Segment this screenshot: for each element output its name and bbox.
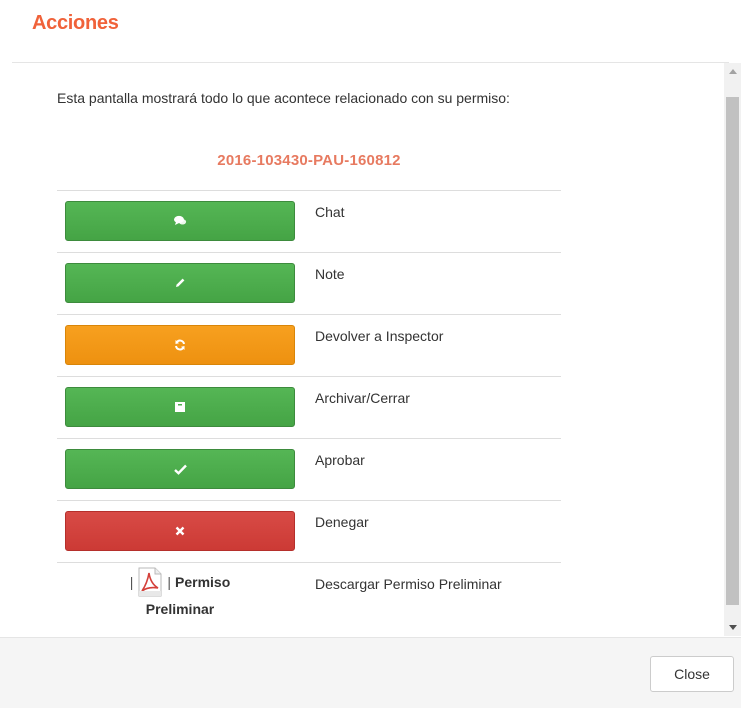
chat-button[interactable] — [65, 201, 295, 241]
aprobar-button[interactable] — [65, 449, 295, 489]
download-link-line2[interactable]: Preliminar — [65, 597, 295, 621]
pdf-icon[interactable] — [137, 567, 163, 597]
refresh-icon — [174, 339, 186, 351]
vertical-scrollbar[interactable] — [724, 63, 741, 636]
action-row-devolver: Devolver a Inspector — [57, 314, 561, 376]
action-row-download: | | Permiso Preliminar Descargar Permiso… — [57, 562, 561, 636]
x-icon — [175, 526, 185, 536]
archive-icon — [174, 401, 186, 413]
action-label-denegar: Denegar — [315, 514, 369, 530]
action-row-archivar: Archivar/Cerrar — [57, 376, 561, 438]
devolver-inspector-button[interactable] — [65, 325, 295, 365]
action-row-chat: Chat — [57, 190, 561, 252]
separator-left: | — [129, 574, 134, 590]
action-label-note: Note — [315, 266, 345, 282]
checkmark-icon — [173, 464, 187, 475]
archivar-cerrar-button[interactable] — [65, 387, 295, 427]
action-label-download: Descargar Permiso Preliminar — [315, 576, 502, 592]
close-button[interactable]: Close — [650, 656, 734, 692]
note-button[interactable] — [65, 263, 295, 303]
action-label-aprobar: Aprobar — [315, 452, 365, 468]
pencil-icon — [174, 277, 186, 289]
download-link-line1[interactable]: Permiso — [175, 570, 230, 594]
denegar-button[interactable] — [65, 511, 295, 551]
action-label-devolver: Devolver a Inspector — [315, 328, 444, 344]
action-label-archivar: Archivar/Cerrar — [315, 390, 410, 406]
action-label-chat: Chat — [315, 204, 345, 220]
permit-number: 2016-103430-PAU-160812 — [217, 152, 401, 169]
action-row-aprobar: Aprobar — [57, 438, 561, 500]
scroll-down-arrow[interactable] — [724, 619, 741, 636]
scrollbar-thumb[interactable] — [726, 97, 739, 605]
separator-right: | — [167, 574, 172, 590]
action-row-denegar: Denegar — [57, 500, 561, 562]
intro-text: Esta pantalla mostrará todo lo que acont… — [57, 90, 510, 106]
action-row-note: Note — [57, 252, 561, 314]
actions-table: Chat Note Devolver a Inspector Archivar/… — [57, 190, 561, 636]
modal-body: Esta pantalla mostrará todo lo que acont… — [12, 63, 729, 636]
scroll-up-arrow[interactable] — [724, 63, 741, 80]
download-permiso-link[interactable]: | | Permiso Preliminar — [65, 567, 295, 621]
modal-footer: Close — [0, 637, 741, 708]
modal-header: Acciones — [0, 0, 741, 62]
modal-title: Acciones — [32, 12, 119, 34]
comment-icon — [173, 215, 187, 227]
